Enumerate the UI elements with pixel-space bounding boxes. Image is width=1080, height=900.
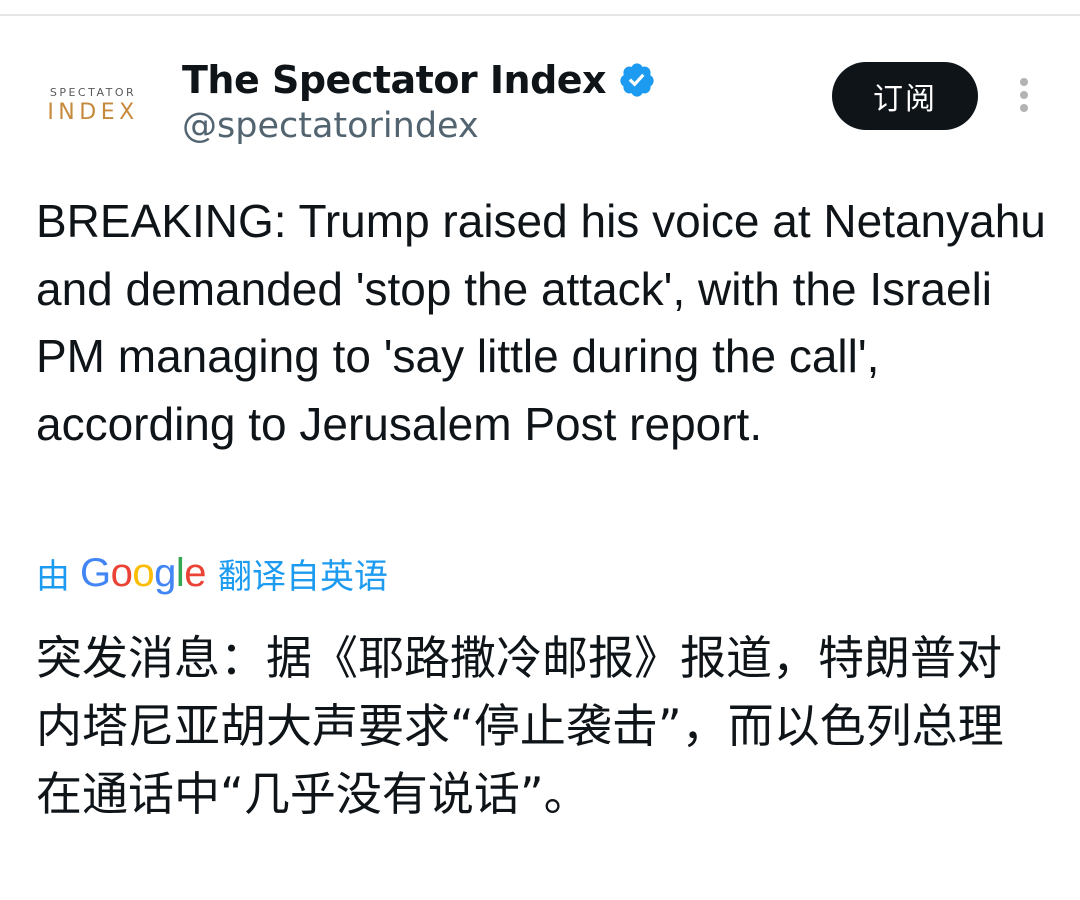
avatar[interactable]: SPECTATOR INDEX xyxy=(28,72,158,136)
subscribe-button[interactable]: 订阅 xyxy=(832,62,978,130)
more-dot xyxy=(1020,91,1028,99)
more-dot xyxy=(1020,104,1028,112)
author-name-row[interactable]: The Spectator Index xyxy=(182,52,656,108)
top-divider xyxy=(0,14,1080,16)
display-name[interactable]: The Spectator Index xyxy=(182,58,607,102)
tweet-text: BREAKING: Trump raised his voice at Neta… xyxy=(36,195,1046,450)
bottom-edge xyxy=(0,880,1080,900)
translated-tweet-text: 突发消息：据《耶路撒冷邮报》报道，特朗普对内塔尼亚胡大声要求“停止袭击”，而以色… xyxy=(36,631,1004,821)
google-logo: Google xyxy=(80,550,207,595)
translated-from-label: 翻译自英语 xyxy=(218,556,389,597)
account-handle[interactable]: @spectatorindex xyxy=(182,106,479,146)
verified-badge-icon xyxy=(620,63,654,97)
avatar-logo-line1: SPECTATOR xyxy=(49,86,137,99)
more-vertical-icon[interactable] xyxy=(1012,78,1036,118)
avatar-logo-line2: INDEX xyxy=(47,100,139,125)
more-dot xyxy=(1020,78,1028,86)
translation-attribution[interactable]: 由 Google 翻译自英语 xyxy=(36,548,388,598)
translated-by-label: 由 xyxy=(36,556,70,597)
